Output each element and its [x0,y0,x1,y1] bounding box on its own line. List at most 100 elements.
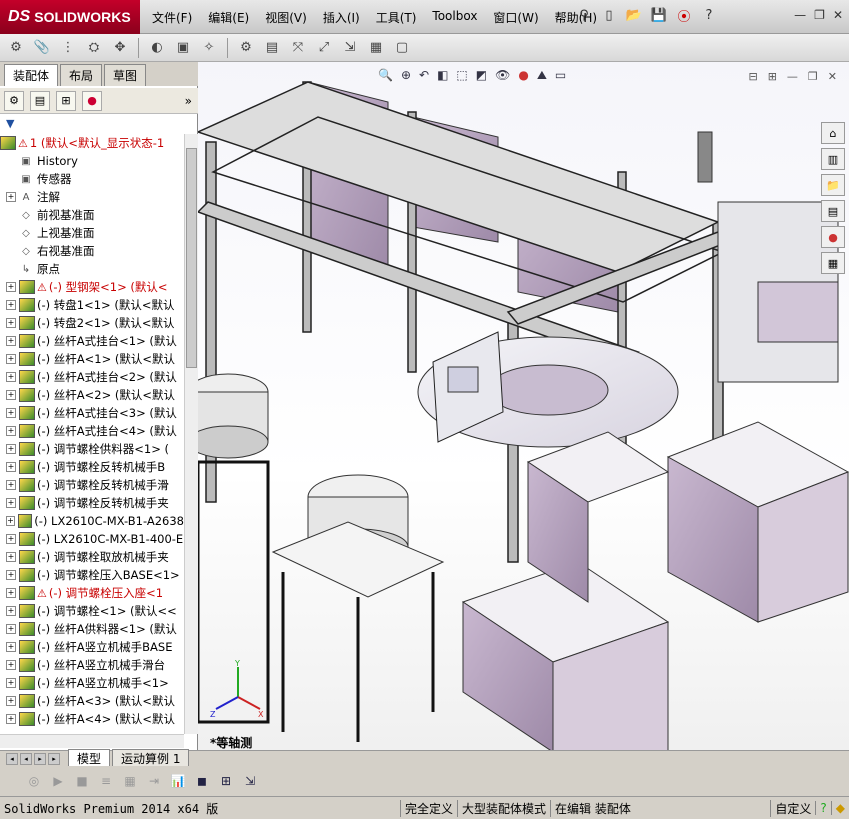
stop-icon[interactable]: ■ [72,771,92,791]
status-help-icon[interactable]: ? [815,801,830,815]
tree-item[interactable]: + (-) 调节螺栓反转机械手夹 [0,494,184,512]
expand-toggle[interactable]: + [6,570,16,580]
tree-item[interactable]: ◇ 上视基准面 [0,224,184,242]
expand-toggle[interactable]: + [6,534,16,544]
tree-vertical-scrollbar[interactable] [184,134,198,734]
filter-row[interactable]: ▼ [0,114,198,132]
rebuild-traffic-light-icon[interactable]: ⦿ [675,6,693,25]
split-vertical-icon[interactable]: ⊞ [768,70,777,83]
help-icon[interactable]: ? [700,6,718,24]
graphics-area[interactable]: 🔍 ⊕ ↶ ◧ ⬚ ◩ 👁 ● ⛰ ▭ ⊟ ⊞ — ❐ ✕ ⌂ ▥ 📁 ▤ ● … [198,62,849,750]
expand-toggle[interactable]: + [6,462,16,472]
tree-item[interactable]: + (-) 调节螺栓压入BASE<1> [0,566,184,584]
home-icon[interactable]: ⌂ [821,122,845,144]
expand-toggle[interactable]: + [6,624,16,634]
menu-insert[interactable]: 插入(I) [321,8,362,27]
box-icon[interactable]: ◼ [192,771,212,791]
tree-item[interactable]: + (-) 转盘1<1> (默认<默认 [0,296,184,314]
expand-toggle[interactable]: + [6,498,16,508]
tree-item[interactable]: + (-) 丝杆A竖立机械手BASE [0,638,184,656]
feature-tree-icon[interactable]: ⚙ [4,90,24,111]
save-icon[interactable]: 💾 [650,6,668,24]
mate-icon[interactable]: 📎 [32,38,52,58]
show-hidden-icon[interactable]: ◐ [147,38,167,58]
previous-view-icon[interactable]: ↶ [419,68,429,83]
calculate-icon[interactable]: ◎ [24,771,44,791]
tree-item[interactable]: + (-) 丝杆A式挂台<3> (默认 [0,404,184,422]
timeline-icon[interactable]: ⇥ [144,771,164,791]
expand-toggle[interactable]: + [6,408,16,418]
smart-fasteners-icon[interactable]: ⛭ [84,38,104,58]
menu-view[interactable]: 视图(V) [263,8,309,27]
tree-item[interactable]: + (-) LX2610C-MX-B1-A2638 [0,512,184,530]
chart-icon[interactable]: 📊 [168,771,188,791]
expand-toggle[interactable]: + [6,444,16,454]
split-horizontal-icon[interactable]: ⊟ [748,70,757,83]
expand-toggle[interactable]: + [6,552,16,562]
expand-toggle[interactable]: + [6,642,16,652]
open-folder-icon[interactable]: 📂 [625,6,643,24]
tree-item[interactable]: ▣ History [0,152,184,170]
section-view-icon[interactable]: ◧ [437,68,448,83]
close-icon[interactable]: ✕ [833,8,843,22]
expand-toggle[interactable]: + [6,318,16,328]
list-icon[interactable]: ≡ [96,771,116,791]
next-tab-icon[interactable]: ▸ [34,752,46,765]
tree-root[interactable]: ⚠ 1 (默认<默认_显示状态-1 [0,134,184,152]
property-manager-icon[interactable]: ▤ [30,90,50,111]
expand-toggle[interactable]: + [6,516,16,526]
viewport-close-icon[interactable]: ✕ [828,70,837,83]
design-library-icon[interactable]: ▥ [821,148,845,170]
view-settings-icon[interactable]: ▭ [555,68,566,83]
menu-file[interactable]: 文件(F) [150,8,194,27]
tree-item[interactable]: + (-) 丝杆A式挂台<1> (默认 [0,332,184,350]
expand-toggle[interactable]: + [6,426,16,436]
tree-item[interactable]: + (-) 调节螺栓取放机械手夹 [0,548,184,566]
last-tab-icon[interactable]: ▸ [48,752,60,765]
configuration-manager-icon[interactable]: ⊞ [56,90,76,111]
insert-component-icon[interactable]: ⚙ [6,38,26,58]
new-document-icon[interactable]: ▯ [600,6,618,24]
zoom-area-icon[interactable]: ⊕ [401,68,411,83]
menu-window[interactable]: 窗口(W) [491,8,540,27]
expand-toggle[interactable]: + [6,606,16,616]
reference-geometry-icon[interactable]: ✧ [199,38,219,58]
apply-scene-icon[interactable]: ⛰ [537,68,547,83]
update-speedpak-icon[interactable]: ▦ [366,38,386,58]
linear-pattern-icon[interactable]: ⋮ [58,38,78,58]
file-explorer-icon[interactable]: 📁 [821,174,845,196]
menu-edit[interactable]: 编辑(E) [206,8,251,27]
tree-item[interactable]: + (-) LX2610C-MX-B1-400-E [0,530,184,548]
tree-item[interactable]: + (-) 调节螺栓反转机械手滑 [0,476,184,494]
expand-toggle[interactable]: + [6,480,16,490]
first-tab-icon[interactable]: ◂ [6,752,18,765]
tree-item[interactable]: + (-) 转盘2<1> (默认<默认 [0,314,184,332]
appearances-icon[interactable]: ● [821,226,845,248]
scroll-thumb[interactable] [186,148,197,368]
expand-toggle[interactable]: + [6,336,16,346]
tree-item[interactable]: + (-) 丝杆A<3> (默认<默认 [0,692,184,710]
instant3d-icon[interactable]: ⇲ [340,38,360,58]
hide-show-items-icon[interactable]: 👁 [495,68,510,83]
expand-panel-icon[interactable]: » [185,94,192,108]
grid-icon[interactable]: ▦ [120,771,140,791]
tree-horizontal-scrollbar[interactable] [0,734,184,748]
menu-toolbox[interactable]: Toolbox [430,8,479,27]
tree-item[interactable]: + (-) 丝杆A式挂台<2> (默认 [0,368,184,386]
expand-toggle[interactable]: + [6,390,16,400]
tree-item[interactable]: + (-) 丝杆A式挂台<4> (默认 [0,422,184,440]
tree-item[interactable]: ◇ 前视基准面 [0,206,184,224]
expand-toggle[interactable]: + [6,588,16,598]
tree-item[interactable]: ↳ 原点 [0,260,184,278]
expand-toggle[interactable]: + [6,714,16,724]
tree-item[interactable]: + ⚠ (-) 型钢架<1> (默认< [0,278,184,296]
export-icon[interactable]: ⇲ [240,771,260,791]
expand-toggle[interactable]: + [6,696,16,706]
tab-layout[interactable]: 布局 [60,64,103,86]
restore-icon[interactable]: ❐ [814,8,825,22]
expand-toggle[interactable]: + [6,282,16,292]
solidworks-logo[interactable]: DS SOLIDWORKS [0,0,140,34]
tree-item[interactable]: + (-) 丝杆A竖立机械手滑台 [0,656,184,674]
expand-toggle[interactable]: + [6,678,16,688]
pin-icon[interactable]: ⚲ [575,6,593,24]
